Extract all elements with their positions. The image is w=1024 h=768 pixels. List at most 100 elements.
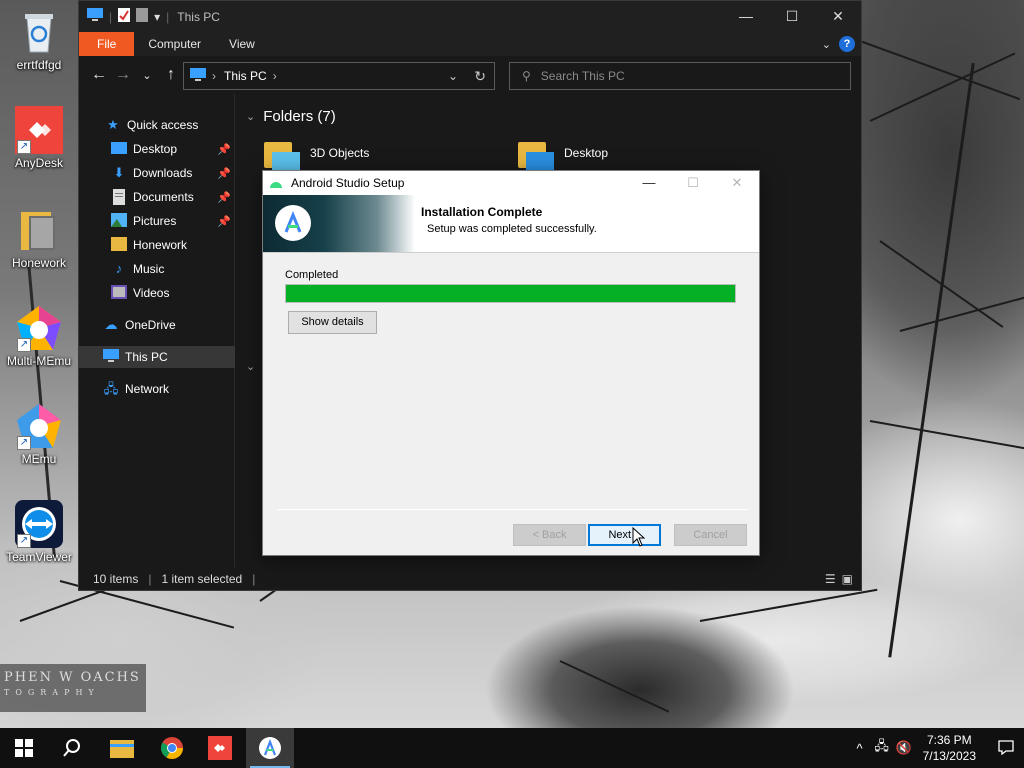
back-button[interactable]: < Back bbox=[513, 524, 586, 546]
folder-desktop[interactable]: Desktop bbox=[518, 138, 608, 170]
nav-item-documents[interactable]: Documents 📌 bbox=[79, 186, 235, 208]
desktop-icon-recycle-bin[interactable]: errtfdfgd bbox=[4, 8, 74, 72]
desktop-icon-label: TeamViewer bbox=[6, 550, 72, 564]
nav-item-quick-access[interactable]: ★ Quick access bbox=[79, 114, 235, 136]
folder-icon bbox=[15, 206, 63, 254]
large-icons-view-icon[interactable]: ▣ bbox=[842, 572, 853, 586]
up-arrow-icon[interactable]: ↑ bbox=[159, 66, 183, 84]
nav-item-music[interactable]: ♪ Music bbox=[79, 258, 235, 280]
breadcrumb-chevron-icon[interactable]: › bbox=[273, 69, 277, 83]
star-icon: ★ bbox=[107, 117, 119, 132]
nav-item-videos[interactable]: Videos bbox=[79, 282, 235, 304]
this-pc-icon bbox=[87, 8, 103, 25]
folder-3d-objects[interactable]: 3D Objects bbox=[264, 138, 369, 170]
devices-group-chevron-icon[interactable]: ⌄ bbox=[246, 360, 255, 373]
navigation-bar: ← → ⌄ ↑ › This PC › ⌄ ↻ ⚲ Search This PC bbox=[79, 56, 861, 94]
refresh-icon[interactable]: ↻ bbox=[474, 68, 486, 85]
taskbar-anydesk[interactable] bbox=[196, 728, 244, 768]
tab-computer[interactable]: Computer bbox=[134, 32, 215, 56]
notifications-icon[interactable] bbox=[988, 739, 1024, 758]
dialog-body: Completed Show details bbox=[263, 253, 759, 509]
help-icon[interactable]: ? bbox=[839, 36, 855, 52]
nav-item-pictures[interactable]: Pictures 📌 bbox=[79, 210, 235, 232]
dialog-header: Installation Complete Setup was complete… bbox=[263, 195, 759, 253]
progress-bar-fill bbox=[286, 285, 735, 302]
breadcrumb-this-pc[interactable]: This PC bbox=[224, 69, 267, 83]
android-studio-logo-icon bbox=[275, 205, 311, 241]
anydesk-icon bbox=[208, 736, 232, 760]
new-folder-icon[interactable] bbox=[136, 8, 149, 25]
next-button[interactable]: Next > bbox=[588, 524, 661, 546]
collapse-chevron-icon[interactable]: ⌄ bbox=[246, 110, 255, 123]
download-arrow-icon: ⬇ bbox=[113, 165, 125, 180]
pin-icon: 📌 bbox=[217, 191, 231, 204]
desktop-icon-anydesk[interactable]: ↗ AnyDesk bbox=[4, 106, 74, 170]
show-hidden-icons-icon[interactable]: ^ bbox=[849, 741, 871, 756]
tab-view[interactable]: View bbox=[215, 32, 269, 56]
wallpaper-watermark: PHEN W OACHS TOGRAPHY bbox=[0, 664, 146, 712]
videos-icon bbox=[111, 285, 127, 301]
multi-memu-icon: ↗ bbox=[15, 304, 63, 352]
back-arrow-icon[interactable]: ← bbox=[87, 66, 111, 84]
nav-item-honework[interactable]: Honework bbox=[79, 234, 235, 256]
close-button[interactable]: ✕ bbox=[815, 1, 861, 32]
dialog-close-button[interactable]: ✕ bbox=[715, 171, 759, 195]
expand-ribbon-icon[interactable]: ⌄ bbox=[822, 38, 831, 51]
maximize-button[interactable]: ☐ bbox=[769, 1, 815, 32]
dialog-minimize-button[interactable]: — bbox=[627, 171, 671, 195]
search-box[interactable]: ⚲ Search This PC bbox=[509, 62, 851, 90]
taskbar-android-studio[interactable] bbox=[246, 728, 294, 768]
details-view-icon[interactable]: ☰ bbox=[825, 572, 836, 586]
desktop-folder-icon bbox=[518, 138, 554, 170]
nav-label: Downloads bbox=[133, 166, 193, 180]
desktop-icon bbox=[111, 141, 127, 157]
desktop-icon-teamviewer[interactable]: ↗ TeamViewer bbox=[4, 500, 74, 564]
dialog-divider bbox=[277, 509, 749, 510]
nav-label: Documents bbox=[133, 190, 194, 204]
nav-item-onedrive[interactable]: ☁ OneDrive bbox=[79, 314, 235, 336]
nav-label: Network bbox=[125, 382, 170, 396]
search-button[interactable] bbox=[48, 728, 96, 768]
forward-arrow-icon[interactable]: → bbox=[111, 66, 135, 84]
clock[interactable]: 7:36 PM 7/13/2023 bbox=[923, 732, 976, 764]
android-icon bbox=[270, 182, 282, 188]
taskbar-file-explorer[interactable] bbox=[98, 728, 146, 768]
desktop-icon-memu[interactable]: ↗ MEmu bbox=[4, 402, 74, 466]
music-note-icon: ♪ bbox=[115, 261, 123, 276]
nav-item-this-pc[interactable]: This PC bbox=[79, 346, 235, 368]
folders-group-header[interactable]: ⌄ Folders (7) bbox=[246, 108, 336, 125]
breadcrumb-chevron-icon[interactable]: › bbox=[212, 69, 216, 83]
recent-locations-icon[interactable]: ⌄ bbox=[135, 69, 159, 82]
dialog-titlebar: Android Studio Setup — ☐ ✕ bbox=[263, 171, 759, 195]
quick-access-toolbar: | ▾ | bbox=[79, 8, 169, 25]
properties-icon[interactable] bbox=[118, 8, 131, 25]
search-input[interactable]: Search This PC bbox=[541, 69, 625, 83]
nav-label: Quick access bbox=[127, 118, 199, 132]
start-icon bbox=[15, 739, 33, 757]
desktop-icon-label: AnyDesk bbox=[14, 156, 64, 170]
cancel-button[interactable]: Cancel bbox=[674, 524, 747, 546]
address-dropdown-icon[interactable]: ⌄ bbox=[448, 69, 458, 83]
watermark-line1: PHEN W OACHS bbox=[4, 670, 141, 685]
desktop-icon-label: Honework bbox=[11, 256, 67, 270]
taskbar-chrome[interactable] bbox=[148, 728, 196, 768]
nav-item-downloads[interactable]: ⬇ Downloads 📌 bbox=[79, 162, 235, 184]
view-switcher: ☰ ▣ bbox=[825, 572, 853, 586]
show-details-button[interactable]: Show details bbox=[288, 311, 377, 334]
start-button[interactable] bbox=[0, 728, 48, 768]
3d-objects-folder-icon bbox=[264, 138, 300, 170]
qat-dropdown-icon[interactable]: ▾ bbox=[154, 10, 160, 24]
this-pc-icon bbox=[190, 67, 206, 85]
progress-label: Completed bbox=[285, 269, 339, 281]
this-pc-icon bbox=[103, 349, 119, 365]
network-status-icon[interactable]: 🖧 bbox=[871, 737, 893, 759]
desktop-icon-honework[interactable]: Honework bbox=[4, 206, 74, 270]
volume-muted-icon[interactable]: 🔇 bbox=[893, 740, 915, 756]
minimize-button[interactable]: — bbox=[723, 1, 769, 32]
tab-file[interactable]: File bbox=[79, 32, 135, 56]
nav-item-network[interactable]: 🖧 Network bbox=[79, 378, 235, 400]
item-count: 10 items bbox=[93, 572, 139, 586]
desktop-icon-multi-memu[interactable]: ↗ Multi-MEmu bbox=[4, 304, 74, 368]
nav-item-desktop[interactable]: Desktop 📌 bbox=[79, 138, 235, 160]
address-bar[interactable]: › This PC › ⌄ ↻ bbox=[183, 62, 495, 90]
